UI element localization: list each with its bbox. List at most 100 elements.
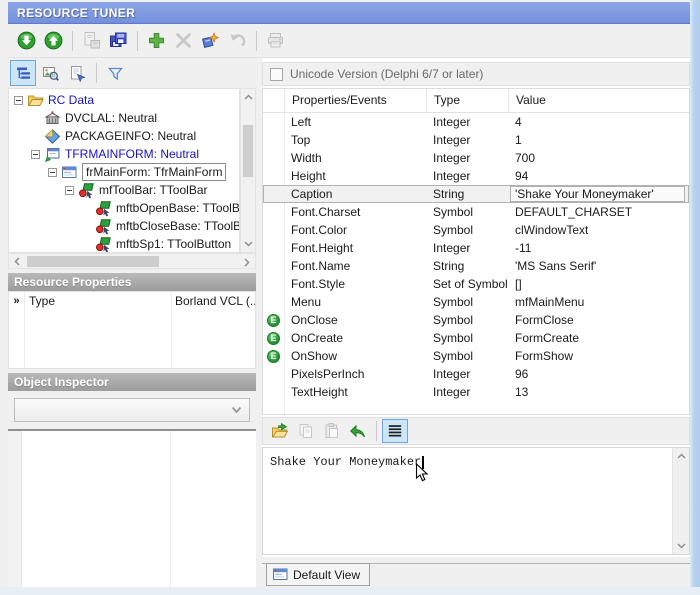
scrollbar-thumb[interactable] — [27, 256, 159, 267]
open-folder-icon — [27, 92, 45, 109]
resource-property-row[interactable]: »TypeBorland VCL (... — [9, 292, 255, 310]
toolbar-separator — [96, 63, 97, 83]
property-row-pixelsperinch[interactable]: PixelsPerInchInteger96 — [263, 365, 689, 383]
tree-expander-minus-icon[interactable] — [65, 186, 74, 195]
view-tab-bar: Default View — [262, 557, 690, 587]
scroll-right-icon[interactable] — [239, 254, 255, 270]
property-name: Caption — [284, 187, 426, 201]
property-row-onshow[interactable]: EOnShowSymbolFormShow — [263, 347, 689, 365]
property-row-caption[interactable]: CaptionString'Shake Your Moneymaker' — [263, 185, 689, 203]
tree-vertical-scrollbar[interactable] — [240, 88, 256, 253]
window-frame-right — [690, 0, 700, 595]
tree-view-toolbar — [8, 58, 256, 88]
chevron-down-icon — [231, 403, 242, 417]
tree-view-button[interactable] — [10, 60, 36, 86]
column-header-properties-events[interactable]: Properties/Events — [284, 89, 426, 112]
scroll-left-icon[interactable] — [9, 253, 25, 269]
text-view-button[interactable] — [64, 60, 90, 86]
scroll-up-icon[interactable] — [673, 448, 689, 464]
toolbar-separator — [376, 421, 377, 441]
resource-tuner-window: RESOURCE TUNER RC DataDVCLAL: NeutralPAC… — [0, 0, 700, 595]
unicode-version-label: Unicode Version (Delphi 6/7 or later) — [290, 67, 483, 81]
column-header-value[interactable]: Value — [508, 89, 689, 112]
property-row-textheight[interactable]: TextHeightInteger13 — [263, 383, 689, 401]
property-type: Integer — [426, 115, 508, 129]
property-row-font-name[interactable]: Font.NameString'MS Sans Serif' — [263, 257, 689, 275]
plus-icon — [147, 31, 166, 50]
navigate-down-button[interactable] — [13, 28, 40, 54]
resource-tree: RC DataDVCLAL: NeutralPACKAGEINFO: Neutr… — [8, 88, 240, 253]
open-file-button[interactable] — [267, 419, 293, 443]
tree-item[interactable]: mftbOpenBase: TToolButton — [9, 199, 239, 217]
property-row-onclose[interactable]: EOnCloseSymbolFormClose — [263, 311, 689, 329]
property-row-oncreate[interactable]: EOnCreateSymbolFormCreate — [263, 329, 689, 347]
filter-button[interactable] — [102, 60, 128, 86]
copy-icon — [297, 422, 315, 440]
property-row-height[interactable]: HeightInteger94 — [263, 167, 689, 185]
replace-resource-button[interactable] — [345, 419, 371, 443]
right-panel: Unicode Version (Delphi 6/7 or later) Pr… — [262, 58, 690, 587]
preview-button[interactable] — [37, 60, 63, 86]
tree-item[interactable]: mftbCloseBase: TToolButton — [9, 217, 239, 235]
navigate-up-button[interactable] — [40, 28, 67, 54]
tree-item-label: TFRMAINFORM: Neutral — [65, 146, 199, 162]
green-arrow-icon — [349, 422, 367, 440]
editor-toolbar — [262, 417, 690, 445]
component-icon — [78, 182, 96, 199]
tree-horizontal-scrollbar[interactable] — [8, 253, 256, 269]
tree-expander-minus-icon[interactable] — [31, 150, 40, 159]
tree-item[interactable]: TFRMAINFORM: Neutral — [9, 145, 239, 163]
cross-icon — [174, 31, 193, 50]
column-header-type[interactable]: Type — [426, 89, 508, 112]
object-inspector-combobox[interactable] — [14, 398, 250, 422]
package-icon — [44, 128, 62, 145]
property-value: FormCreate — [508, 331, 689, 345]
property-row-font-style[interactable]: Font.StyleSet of Symbol[] — [263, 275, 689, 293]
edit-resource-button[interactable] — [197, 28, 224, 54]
tree-view-icon — [15, 65, 32, 82]
window-titlebar[interactable]: RESOURCE TUNER — [8, 2, 690, 24]
property-type: Integer — [426, 385, 508, 399]
property-name: Font.Charset — [284, 205, 426, 219]
tree-item[interactable]: mftbSp1: TToolButton — [9, 235, 239, 253]
property-value: DEFAULT_CHARSET — [508, 205, 689, 219]
properties-table-rows: LeftInteger4TopInteger1WidthInteger700He… — [263, 113, 689, 401]
editor-vertical-scrollbar[interactable] — [672, 448, 689, 554]
document-disk-icon — [82, 31, 101, 50]
property-name: Top — [284, 133, 426, 147]
tree-expander-minus-icon[interactable] — [14, 96, 23, 105]
tree-item[interactable]: PACKAGEINFO: Neutral — [9, 127, 239, 145]
paste-icon — [323, 422, 341, 440]
property-row-width[interactable]: WidthInteger700 — [263, 149, 689, 167]
tab-default-view[interactable]: Default View — [266, 563, 370, 586]
property-name: Font.Height — [284, 241, 426, 255]
property-value: 4 — [508, 115, 689, 129]
property-row-menu[interactable]: MenuSymbolmfMainMenu — [263, 293, 689, 311]
property-row-top[interactable]: TopInteger1 — [263, 131, 689, 149]
save-file-button[interactable] — [105, 28, 132, 54]
property-type: Integer — [426, 241, 508, 255]
wrap-lines-button[interactable] — [382, 419, 408, 443]
tree-item[interactable]: mfToolBar: TToolBar — [9, 181, 239, 199]
property-row-font-charset[interactable]: Font.CharsetSymbolDEFAULT_CHARSET — [263, 203, 689, 221]
property-value: Borland VCL (... — [171, 294, 255, 308]
scroll-down-icon[interactable] — [673, 538, 689, 554]
scrollbar-thumb[interactable] — [243, 125, 253, 177]
tree-expander-minus-icon[interactable] — [48, 168, 57, 177]
object-inspector-header: Object Inspector — [8, 373, 256, 391]
tree-item[interactable]: frMainForm: TfrMainForm — [9, 163, 239, 181]
property-row-font-height[interactable]: Font.HeightInteger-11 — [263, 239, 689, 257]
text-editor[interactable]: Shake Your Moneymaker — [262, 447, 690, 555]
left-panel: RC DataDVCLAL: NeutralPACKAGEINFO: Neutr… — [8, 58, 256, 587]
tree-item[interactable]: DVCLAL: Neutral — [9, 109, 239, 127]
scroll-up-icon[interactable] — [241, 89, 255, 105]
property-row-left[interactable]: LeftInteger4 — [263, 113, 689, 131]
unicode-version-checkbox[interactable] — [270, 68, 283, 81]
property-row-font-color[interactable]: Font.ColorSymbolclWindowText — [263, 221, 689, 239]
property-value: 1 — [508, 133, 689, 147]
property-value: [] — [508, 277, 689, 291]
tree-item[interactable]: RC Data — [9, 91, 239, 109]
scroll-down-icon[interactable] — [241, 236, 255, 252]
property-type: Integer — [426, 151, 508, 165]
add-resource-button[interactable] — [143, 28, 170, 54]
